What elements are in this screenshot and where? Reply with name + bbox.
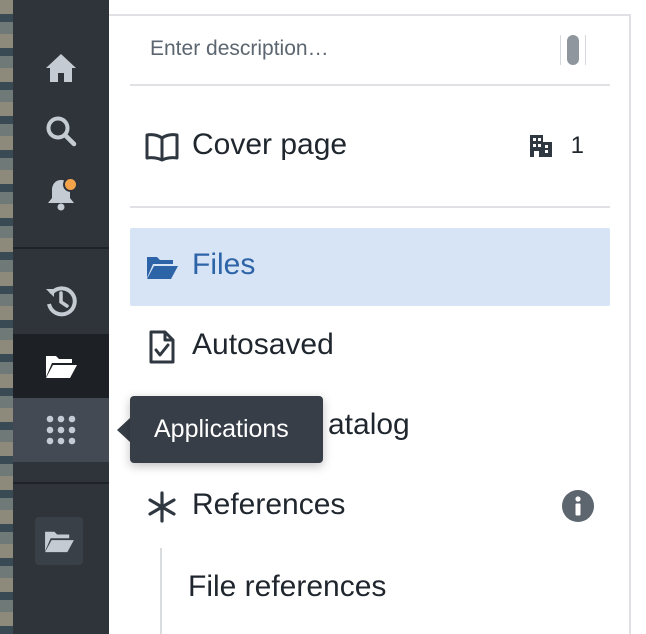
rail-notifications-button[interactable]: [13, 162, 109, 226]
tooltip-arrow: [117, 418, 130, 442]
background-photo-strip: [0, 0, 13, 634]
rail-history-button[interactable]: [13, 269, 109, 333]
home-icon: [46, 54, 76, 82]
asterisk-icon: [144, 490, 180, 524]
description-scrollbar[interactable]: [560, 35, 586, 65]
nav-item-autosaved[interactable]: Autosaved: [130, 308, 610, 386]
section-divider: [130, 206, 610, 208]
tree-guide-line: [160, 548, 162, 634]
panel-right-border: [629, 14, 631, 634]
description-field[interactable]: Enter description…: [130, 28, 610, 86]
tooltip-text: Applications: [154, 415, 289, 443]
rail-pinned-folder-button[interactable]: [35, 517, 83, 565]
nav-item-autosaved-label: Autosaved: [192, 328, 334, 361]
nav-item-file-references[interactable]: File references: [188, 570, 386, 604]
rail-home-button[interactable]: [13, 36, 109, 100]
panel-top-border: [109, 14, 631, 16]
notification-dot: [63, 177, 78, 192]
rail-search-button[interactable]: [13, 99, 109, 163]
cover-page-row[interactable]: Cover page 1: [130, 108, 610, 186]
rail-divider: [13, 482, 109, 484]
description-placeholder: Enter description…: [150, 37, 329, 60]
info-icon[interactable]: [562, 490, 594, 522]
nav-item-references-label: References: [192, 488, 346, 521]
applications-tooltip: Applications: [130, 396, 323, 463]
nav-item-files[interactable]: Files: [130, 228, 610, 306]
folder-open-icon: [45, 531, 74, 553]
search-icon: [46, 116, 77, 147]
book-open-icon: [144, 130, 180, 164]
nav-item-catalog-label: atalog: [328, 408, 410, 441]
cover-page-count: 1: [529, 132, 584, 160]
building-icon: [529, 135, 552, 157]
nav-item-files-label: Files: [192, 248, 256, 281]
folder-open-icon: [144, 250, 180, 284]
folder-open-icon: [46, 356, 77, 378]
cover-page-label: Cover page: [192, 128, 348, 161]
rail-divider: [13, 247, 109, 249]
nav-item-references[interactable]: References: [130, 468, 610, 546]
apps-grid-icon: [46, 415, 76, 445]
history-icon: [46, 286, 77, 317]
rail-applications-button[interactable]: [13, 398, 109, 462]
document-check-icon: [144, 330, 180, 364]
rail-files-button[interactable]: [13, 334, 109, 398]
cover-page-count-value: 1: [570, 132, 584, 159]
